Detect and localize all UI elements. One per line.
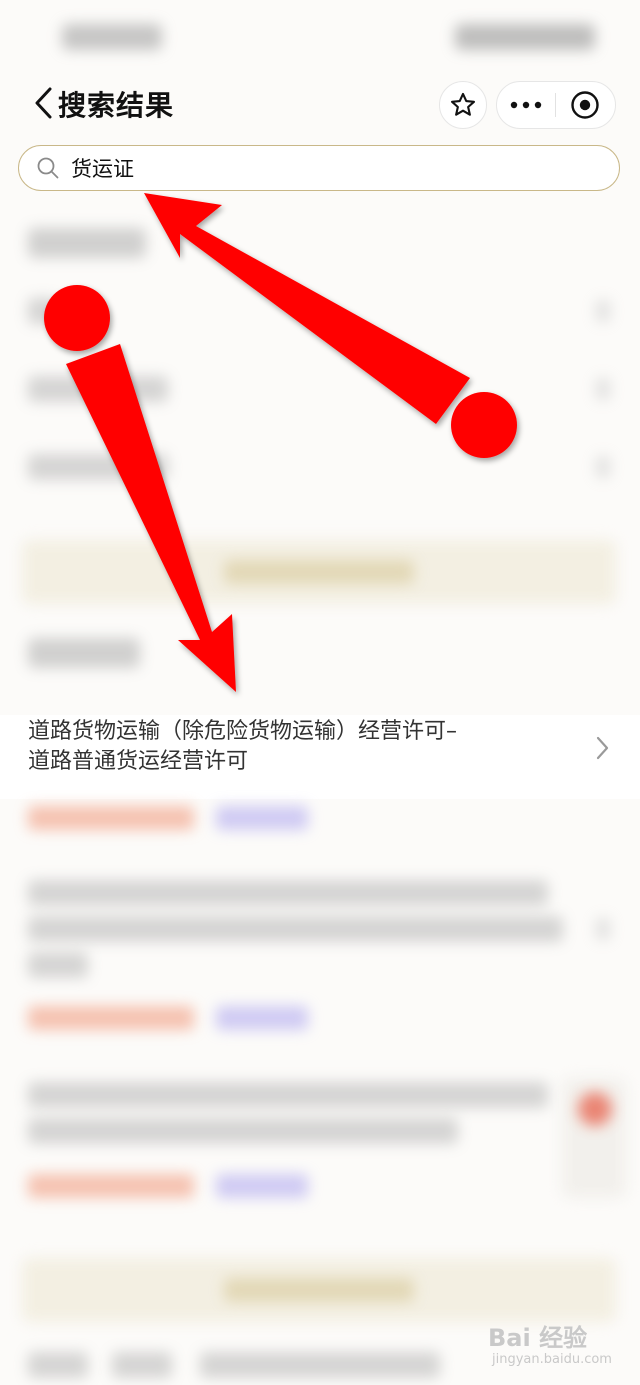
target-circle-icon (571, 91, 599, 119)
list-item-placeholder (112, 1352, 172, 1378)
result-item-highlighted[interactable]: 道路货物运输（除危险货物运输）经营许可– 道路普通货运经营许可 (0, 715, 640, 799)
search-input[interactable] (71, 156, 571, 180)
chevron-right-icon (596, 456, 610, 478)
tag-placeholder (28, 806, 194, 830)
status-bar-right (455, 24, 595, 50)
tag-placeholder (216, 1006, 308, 1030)
more-button[interactable] (497, 82, 555, 128)
banner-text-placeholder (224, 560, 414, 584)
list-item-placeholder[interactable] (28, 376, 168, 402)
chevron-left-icon (35, 87, 52, 119)
result-title-line-1: 道路货物运输（除危险货物运输）经营许可– (28, 719, 458, 744)
page-title: 搜索结果 (58, 89, 175, 122)
back-button[interactable] (26, 86, 60, 120)
list-item-placeholder (28, 1352, 88, 1378)
list-item-placeholder[interactable] (28, 298, 58, 324)
watermark-main: Bai 经验 (488, 1324, 588, 1352)
list-item-placeholder[interactable] (28, 454, 168, 480)
search-icon (35, 155, 61, 181)
tag-placeholder (28, 1174, 194, 1198)
result-text-placeholder[interactable] (28, 1082, 548, 1108)
tag-placeholder (28, 1006, 194, 1030)
search-bar[interactable] (18, 145, 620, 191)
close-mini-program-button[interactable] (556, 82, 614, 128)
chevron-right-icon (596, 378, 610, 400)
watermark-sub: jingyan.baidu.com (492, 1352, 612, 1367)
result-text-placeholder (28, 952, 88, 978)
banner-text-placeholder (224, 1278, 414, 1302)
result-text-placeholder (28, 1118, 458, 1144)
tag-placeholder (216, 806, 308, 830)
result-title-line-2: 道路普通货运经营许可 (28, 749, 249, 774)
section-heading-placeholder (28, 228, 146, 258)
section-heading-placeholder (28, 638, 140, 668)
more-dots-icon (510, 101, 542, 109)
mini-program-capsule (496, 81, 616, 129)
star-icon (450, 92, 476, 116)
baidu-jingyan-watermark: Bai 经验 jingyan.baidu.com (488, 1318, 618, 1374)
chevron-right-icon (596, 300, 610, 322)
chevron-right-icon (596, 736, 609, 760)
favorite-button[interactable] (439, 81, 487, 129)
floating-button-icon (578, 1092, 612, 1126)
list-item-placeholder (200, 1352, 440, 1378)
tag-placeholder (216, 1174, 308, 1198)
chevron-right-icon (596, 918, 610, 940)
result-text-placeholder[interactable] (28, 880, 548, 906)
annotation-arrow-to-result (44, 285, 236, 692)
result-title: 道路货物运输（除危险货物运输）经营许可– 道路普通货运经营许可 (28, 717, 568, 777)
result-text-placeholder (28, 916, 563, 942)
annotation-arrow-to-search (144, 193, 517, 458)
status-bar-left (62, 24, 162, 50)
